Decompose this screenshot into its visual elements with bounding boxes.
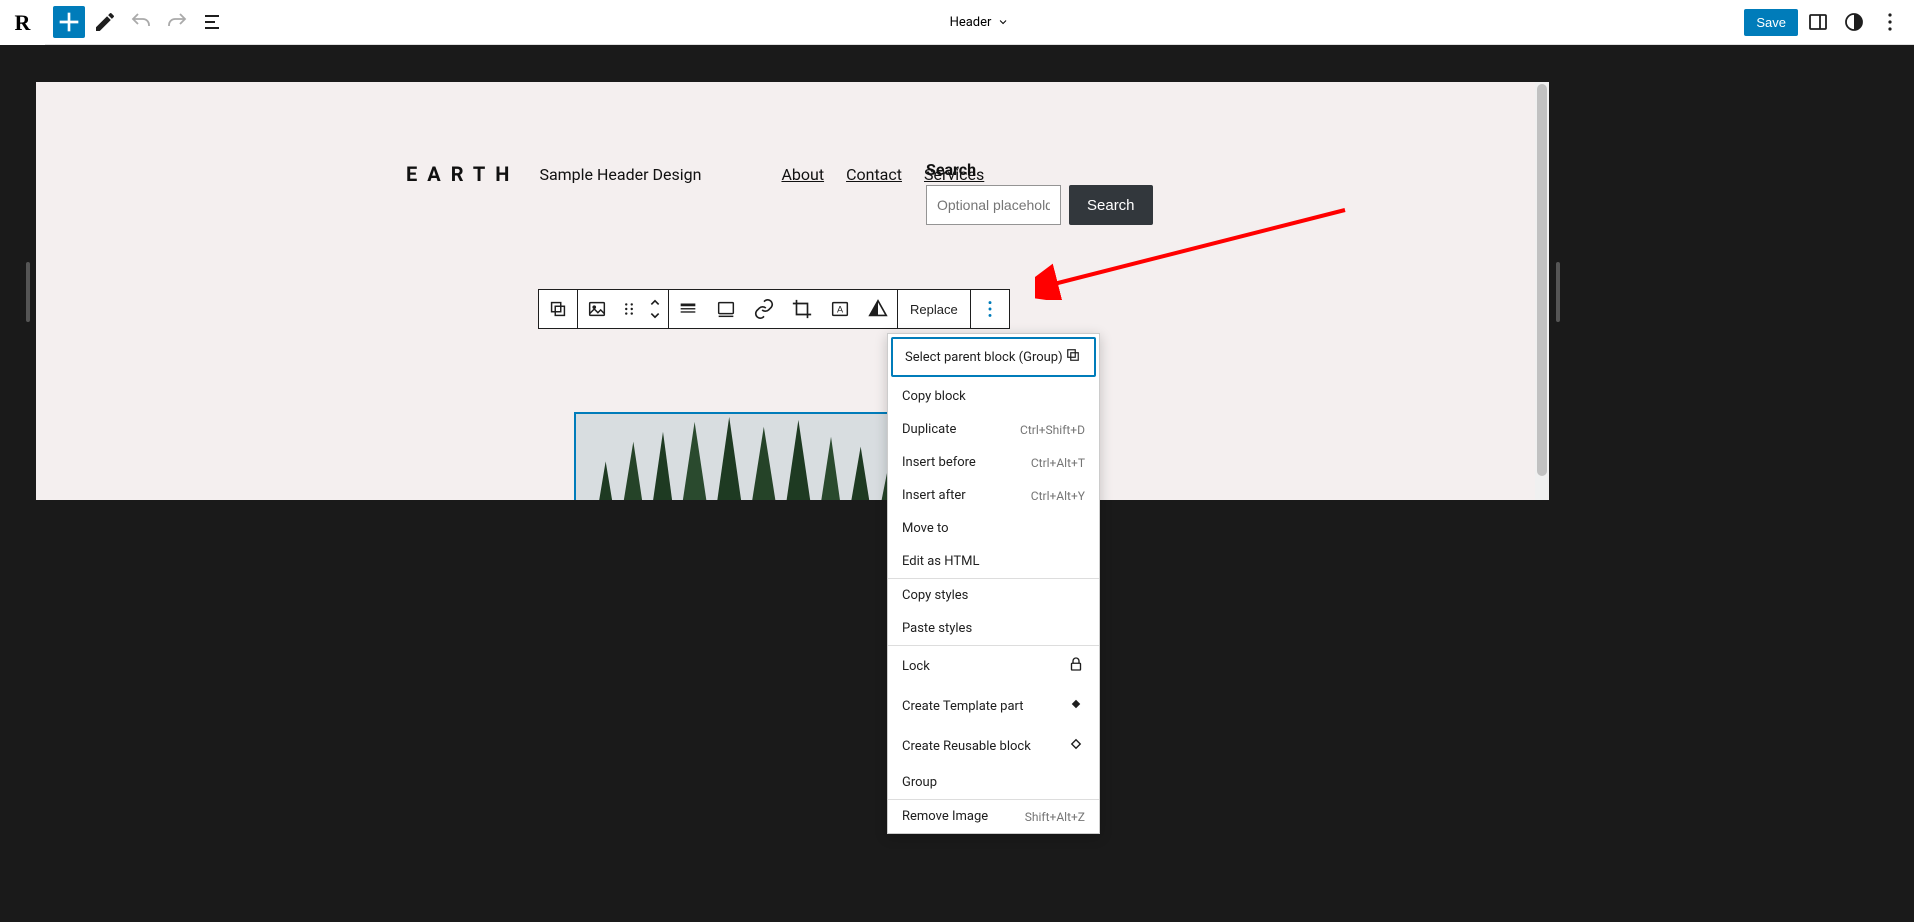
canvas-resize-left[interactable] (26, 262, 30, 322)
menu-lock[interactable]: Lock (888, 646, 1099, 686)
duotone-button[interactable] (859, 290, 897, 328)
site-tagline[interactable]: Sample Header Design (539, 165, 701, 184)
sidebar-toggle-button[interactable] (1802, 6, 1834, 38)
nav-link-contact[interactable]: Contact (846, 165, 902, 184)
menu-paste-styles[interactable]: Paste styles (888, 612, 1099, 645)
undo-button[interactable] (125, 6, 157, 38)
styles-button[interactable] (1838, 6, 1870, 38)
select-parent-button[interactable] (539, 290, 577, 328)
caption-button[interactable] (707, 290, 745, 328)
menu-move-to[interactable]: Move to (888, 512, 1099, 545)
menu-create-reusable[interactable]: Create Reusable block (888, 726, 1099, 766)
search-block: Search Search (926, 160, 1153, 225)
search-button[interactable]: Search (1069, 185, 1153, 225)
canvas-resize-right[interactable] (1556, 262, 1560, 322)
block-toolbar: A Replace (538, 289, 1010, 329)
topbar-right-tools: Save (1744, 6, 1906, 38)
document-title: Header (950, 15, 992, 30)
menu-remove-image[interactable]: Remove Image Shift+Alt+Z (888, 800, 1099, 833)
group-icon (1064, 346, 1082, 368)
menu-copy-block[interactable]: Copy block (888, 380, 1099, 413)
menu-select-parent[interactable]: Select parent block (Group) (891, 337, 1096, 377)
drag-handle-button[interactable] (616, 290, 642, 328)
forest-image (576, 414, 917, 500)
menu-duplicate[interactable]: Duplicate Ctrl+Shift+D (888, 413, 1099, 446)
align-button[interactable] (669, 290, 707, 328)
list-view-button[interactable] (197, 6, 229, 38)
text-overlay-button[interactable]: A (821, 290, 859, 328)
menu-group[interactable]: Group (888, 766, 1099, 799)
chevron-down-icon (997, 16, 1009, 28)
diamond-outline-icon (1067, 735, 1085, 757)
wp-logo-button[interactable]: R (0, 0, 45, 45)
image-block-selected[interactable] (574, 412, 919, 500)
move-arrows-button[interactable] (642, 290, 668, 328)
scrollbar-thumb[interactable] (1537, 84, 1547, 476)
search-input[interactable] (926, 185, 1061, 225)
replace-button[interactable]: Replace (898, 290, 970, 328)
menu-create-template[interactable]: Create Template part (888, 686, 1099, 726)
nav-link-about[interactable]: About (781, 165, 824, 184)
menu-insert-before[interactable]: Insert before Ctrl+Alt+T (888, 446, 1099, 479)
redo-button[interactable] (161, 6, 193, 38)
logo-letter: R (15, 10, 31, 36)
edit-tool-button[interactable] (89, 6, 121, 38)
block-context-menu: Select parent block (Group) Copy block D… (887, 333, 1100, 834)
topbar-left-tools (53, 6, 229, 38)
block-options-button[interactable] (971, 290, 1009, 328)
options-menu-button[interactable] (1874, 6, 1906, 38)
save-button[interactable]: Save (1744, 9, 1798, 36)
diamond-filled-icon (1067, 695, 1085, 717)
link-button[interactable] (745, 290, 783, 328)
menu-insert-after[interactable]: Insert after Ctrl+Alt+Y (888, 479, 1099, 512)
add-block-button[interactable] (53, 6, 85, 38)
site-title[interactable]: EARTH (406, 162, 519, 186)
menu-edit-html[interactable]: Edit as HTML (888, 545, 1099, 578)
search-label[interactable]: Search (926, 160, 1153, 179)
menu-copy-styles[interactable]: Copy styles (888, 579, 1099, 612)
block-type-image-button[interactable] (578, 290, 616, 328)
editor-topbar: Header Save (45, 0, 1914, 45)
document-title-dropdown[interactable]: Header (950, 15, 1010, 30)
scrollbar-track[interactable] (1535, 82, 1549, 500)
crop-button[interactable] (783, 290, 821, 328)
svg-text:A: A (837, 305, 844, 315)
lock-icon (1067, 655, 1085, 677)
